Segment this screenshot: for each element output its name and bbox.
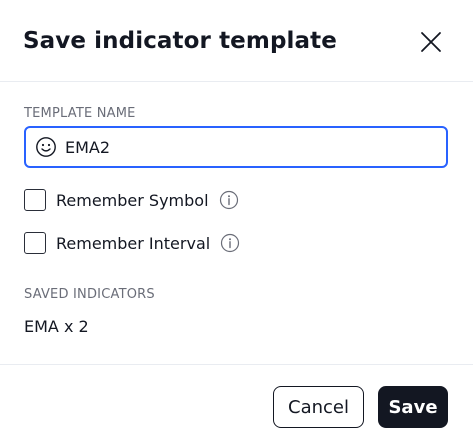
dialog-title: Save indicator template bbox=[23, 28, 337, 54]
remember-interval-row: Remember Interval bbox=[24, 231, 240, 255]
smiley-icon bbox=[36, 137, 56, 157]
save-template-dialog: Save indicator template TEMPLATE NAME Re… bbox=[0, 0, 473, 446]
template-name-label: TEMPLATE NAME bbox=[24, 106, 136, 121]
saved-indicators-label: SAVED INDICATORS bbox=[24, 287, 155, 302]
emoji-picker-button[interactable] bbox=[34, 135, 58, 159]
remember-symbol-row: Remember Symbol bbox=[24, 188, 239, 212]
save-button[interactable]: Save bbox=[378, 386, 448, 428]
remember-interval-label[interactable]: Remember Interval bbox=[56, 234, 210, 253]
close-icon bbox=[421, 32, 441, 52]
template-name-input[interactable] bbox=[65, 137, 405, 157]
info-icon[interactable] bbox=[219, 190, 239, 210]
info-icon[interactable] bbox=[220, 233, 240, 253]
saved-indicators-value: EMA x 2 bbox=[24, 317, 89, 336]
close-button[interactable] bbox=[414, 25, 448, 59]
remember-symbol-label[interactable]: Remember Symbol bbox=[56, 191, 209, 210]
template-name-field bbox=[24, 126, 448, 168]
dialog-footer: Cancel Save bbox=[0, 364, 473, 446]
dialog-header: Save indicator template bbox=[0, 0, 473, 82]
cancel-button[interactable]: Cancel bbox=[273, 386, 364, 428]
remember-symbol-checkbox[interactable] bbox=[24, 189, 46, 211]
remember-interval-checkbox[interactable] bbox=[24, 232, 46, 254]
